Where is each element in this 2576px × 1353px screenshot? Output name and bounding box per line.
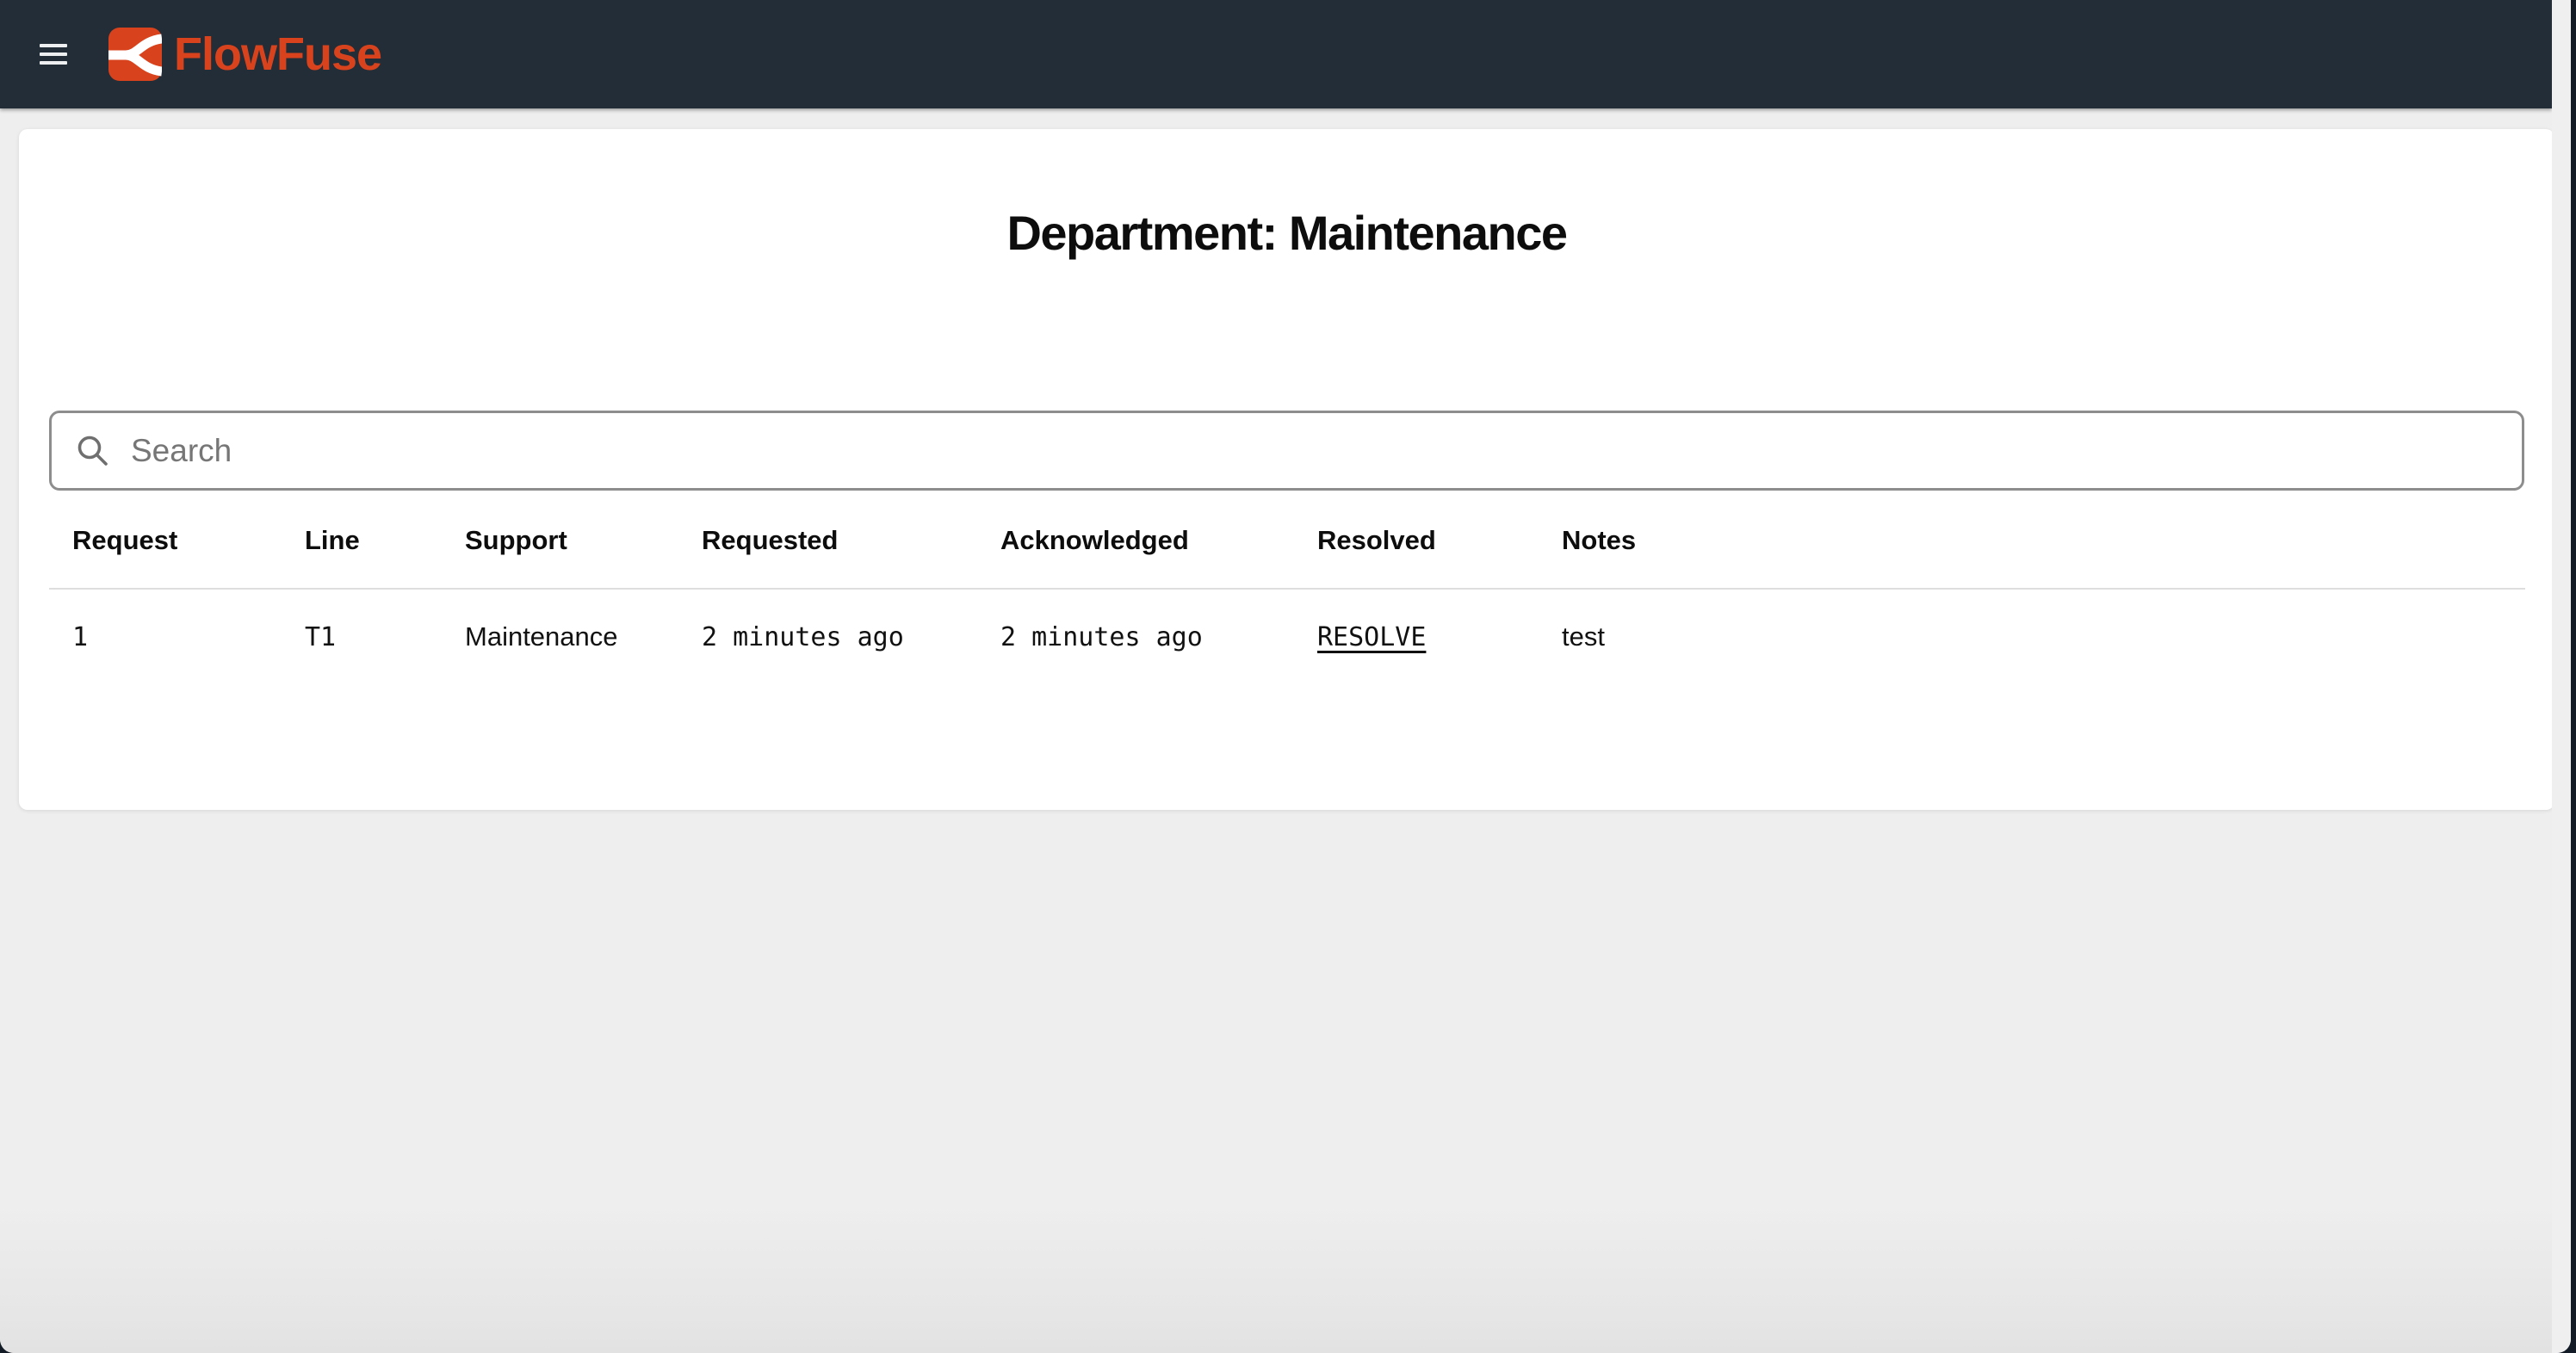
column-header-acknowledged: Acknowledged [977, 510, 1294, 588]
cell-support: Maintenance [442, 590, 678, 684]
screen: { "appbar": { "brand": "FlowFuse", "bar_… [0, 0, 2576, 1353]
search-input[interactable] [129, 412, 2522, 489]
hamburger-menu-button[interactable] [26, 27, 81, 82]
search-icon [76, 434, 110, 468]
cell-acknowledged: 2 minutes ago [977, 590, 1294, 684]
hamburger-icon [40, 44, 67, 47]
brand-wordmark: FlowFuse [174, 31, 381, 77]
department-card: Department: Maintenance Request Line Sup… [19, 129, 2554, 810]
column-header-request: Request [49, 510, 282, 588]
cell-line: T1 [282, 590, 442, 684]
column-header-requested: Requested [678, 510, 977, 588]
cell-requested: 2 minutes ago [678, 590, 977, 684]
resolve-link[interactable]: RESOLVE [1317, 622, 1426, 652]
search-box [49, 411, 2524, 491]
cell-notes: test [1539, 590, 2525, 684]
column-header-notes: Notes [1539, 510, 2525, 588]
page-title: Department: Maintenance [19, 205, 2554, 261]
column-header-resolved: Resolved [1294, 510, 1539, 588]
requests-table: Request Line Support Requested Acknowled… [49, 510, 2525, 684]
vertical-scrollbar[interactable] [2552, 0, 2571, 1353]
page-content: Department: Maintenance Request Line Sup… [0, 108, 2552, 1353]
cell-request: 1 [49, 590, 282, 684]
table-header-row: Request Line Support Requested Acknowled… [49, 510, 2525, 590]
table-row: 1 T1 Maintenance 2 minutes ago 2 minutes… [49, 590, 2525, 684]
app-header: FlowFuse [0, 0, 2552, 108]
browser-window: FlowFuse Department: Maintenance Request… [0, 0, 2571, 1353]
column-header-line: Line [282, 510, 442, 588]
flowfuse-fork-icon [108, 28, 162, 81]
brand-logo: FlowFuse [108, 28, 381, 81]
column-header-support: Support [442, 510, 678, 588]
